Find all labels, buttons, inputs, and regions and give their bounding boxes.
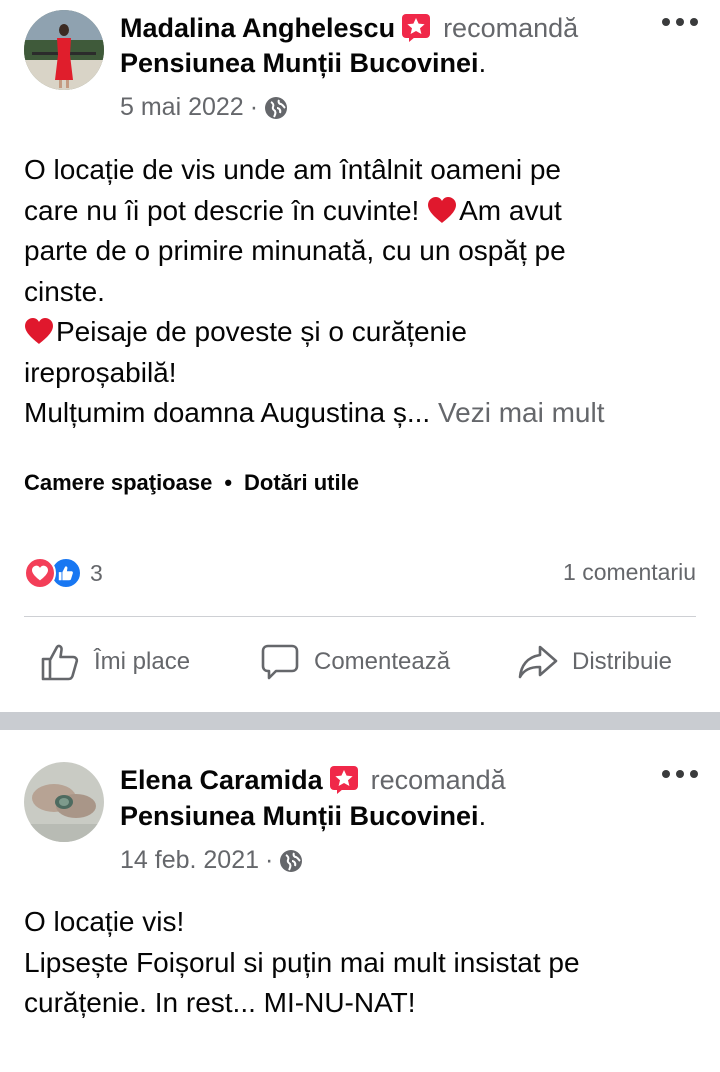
body-line: Mulțumim doamna Augustina ș... Vezi mai … <box>24 397 605 428</box>
page-link[interactable]: Pensiunea Munții Bucovinei <box>120 48 479 78</box>
page-link[interactable]: Pensiunea Munții Bucovinei <box>120 801 479 831</box>
post-date[interactable]: 14 feb. 2021 <box>120 846 259 875</box>
divider <box>24 616 696 617</box>
post-meta: 5 mai 2022 · <box>120 93 288 122</box>
red-heart-icon <box>427 196 457 224</box>
review-tags: Camere spaţioase • Dotări utile <box>24 470 359 495</box>
more-options-icon[interactable] <box>662 766 698 782</box>
author-avatar[interactable] <box>24 10 104 90</box>
thumbs-up-icon <box>41 644 79 681</box>
page-name-line: Pensiunea Munții Bucovinei. <box>120 801 487 831</box>
feed-separator <box>0 712 720 730</box>
body-line: parte de o primire minunată, cu un ospăț… <box>24 235 566 266</box>
post-meta: 14 feb. 2021 · <box>120 846 303 875</box>
post-body: O locație vis! Lipsește Foișorul si puți… <box>24 902 704 1024</box>
red-heart-icon <box>24 317 54 345</box>
reactions-summary[interactable]: 3 <box>24 557 103 589</box>
tag: Camere spaţioase <box>24 470 213 495</box>
meta-separator: · <box>249 93 259 121</box>
body-line: cinste. <box>24 275 105 307</box>
review-post: Elena Caramida recomandă Pensiunea Munți… <box>0 730 720 1072</box>
author-name[interactable]: Madalina Anghelescu <box>120 13 395 44</box>
more-options-icon[interactable] <box>662 14 698 30</box>
body-line: O locație de vis unde am întâlnit oameni… <box>24 154 561 185</box>
review-post: Madalina Anghelescu recomandă Pensiunea … <box>0 0 720 712</box>
body-line: curățenie. In rest... MI-NU-NAT! <box>24 987 416 1018</box>
comment-label: Comentează <box>314 648 451 675</box>
post-body: O locație de vis unde am întâlnit oameni… <box>24 150 704 434</box>
star-badge-icon <box>401 13 431 43</box>
tag: Dotări utile <box>244 470 359 495</box>
comment-button[interactable]: Comentează <box>260 636 450 688</box>
body-line: O locație vis! <box>24 906 185 937</box>
author-name[interactable]: Elena Caramida <box>120 765 323 796</box>
post-header: Elena Caramida recomandă <box>120 762 506 798</box>
author-avatar[interactable] <box>24 762 104 842</box>
like-button[interactable]: Îmi place <box>40 636 190 688</box>
share-label: Distribuie <box>572 648 673 675</box>
post-actions: Îmi place Comentează Distribuie <box>0 636 720 688</box>
love-reaction-icon <box>24 557 56 589</box>
comment-bubble-icon <box>261 644 299 680</box>
globe-icon <box>279 849 303 873</box>
star-badge-icon <box>329 765 359 795</box>
post-header: Madalina Anghelescu recomandă <box>120 10 578 46</box>
post-date[interactable]: 5 mai 2022 <box>120 93 244 122</box>
page-name-line: Pensiunea Munții Bucovinei. <box>120 48 487 78</box>
meta-separator: · <box>265 846 274 874</box>
see-more-link[interactable]: Vezi mai mult <box>438 397 605 428</box>
like-label: Îmi place <box>94 648 191 675</box>
share-button[interactable]: Distribuie <box>518 636 672 688</box>
body-line: Peisaje de poveste și o curățenie <box>24 312 704 353</box>
share-arrow-icon <box>518 645 558 679</box>
body-line: ireproșabilă! <box>24 356 177 388</box>
globe-icon <box>264 96 288 120</box>
comments-count[interactable]: 1 comentariu <box>563 559 696 586</box>
recommends-label: recomandă <box>443 12 579 43</box>
reaction-count: 3 <box>90 559 103 586</box>
recommends-label: recomandă <box>370 764 506 795</box>
body-line: Lipsește Foișorul si puțin mai mult insi… <box>24 946 580 978</box>
body-line: care nu îi pot descrie în cuvinte! Am av… <box>24 194 562 226</box>
